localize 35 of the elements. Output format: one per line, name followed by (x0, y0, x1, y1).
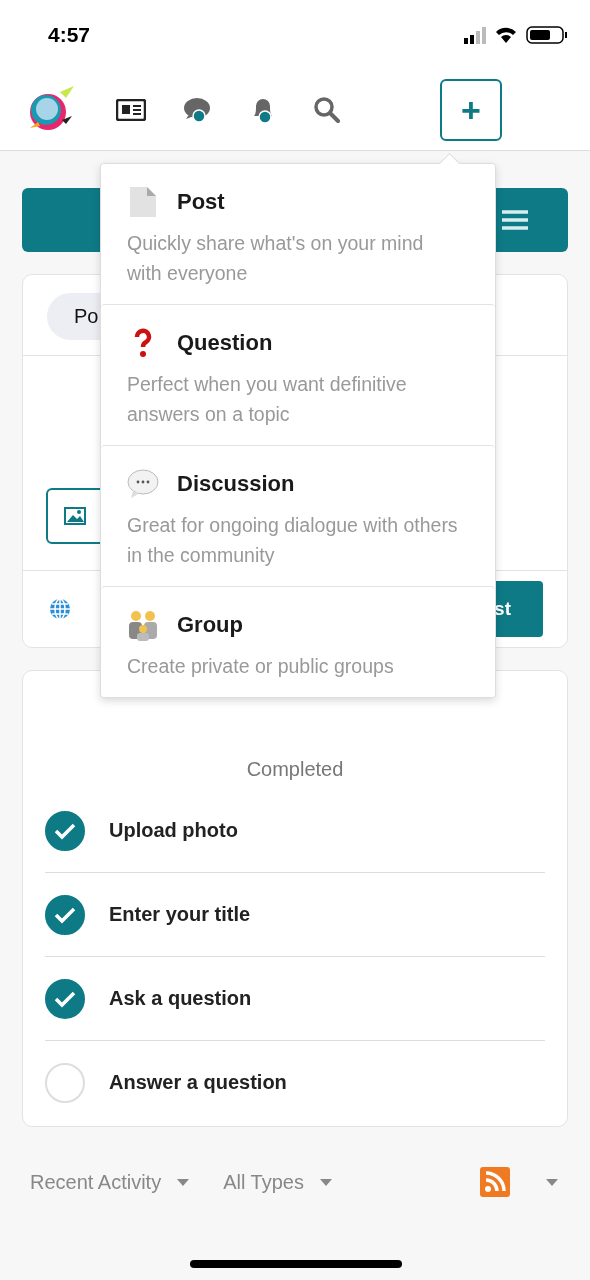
chat-icon[interactable] (184, 97, 212, 123)
people-icon (127, 609, 159, 641)
status-time: 4:57 (48, 23, 91, 47)
task-label: Ask a question (109, 987, 252, 1010)
menu-item[interactable]: Group Create private or public groups (101, 586, 495, 697)
menu-item[interactable]: Discussion Great for ongoing dialogue with others in the community (101, 445, 495, 586)
task-label: Answer a question (109, 1071, 287, 1094)
menu-item[interactable]: Post Quickly share what's on your mind with everyone (101, 164, 495, 304)
task-label: Enter your title (109, 903, 251, 926)
menu-item[interactable]: Question Perfect when you want definitive answers on a topic (101, 304, 495, 445)
progress-caption: Completed (246, 758, 344, 781)
menu-item-title: Post (177, 189, 225, 215)
menu-item-title: Discussion (177, 471, 295, 497)
document-icon (127, 186, 159, 218)
menu-item-description: Quickly share what's on your mind with everyone (127, 231, 425, 286)
signal-icon (464, 26, 486, 44)
caret-icon (177, 1178, 190, 1186)
caret-icon (319, 1178, 332, 1186)
newspaper-icon[interactable] (116, 99, 146, 121)
menu-icon[interactable] (502, 209, 528, 231)
menu-item-description: Create private or public groups (127, 654, 395, 679)
menu-item-title: Group (177, 612, 243, 638)
caret-icon[interactable] (546, 1178, 558, 1186)
search-icon[interactable] (314, 97, 340, 123)
speech-bubble-icon (127, 468, 159, 500)
menu-item-description: Great for ongoing dialogue with others in the community (127, 513, 459, 568)
menu-item-description: Perfect when you want definitive answers on a topic (127, 372, 408, 427)
wifi-icon (496, 27, 516, 43)
task-label: Upload photo (109, 819, 238, 842)
add-button[interactable]: + (440, 79, 502, 141)
image-icon (64, 507, 86, 525)
battery-icon (526, 26, 568, 44)
menu-item-title: Question (177, 330, 273, 356)
rss-icon[interactable] (480, 1167, 510, 1197)
globe-icon (49, 598, 71, 620)
